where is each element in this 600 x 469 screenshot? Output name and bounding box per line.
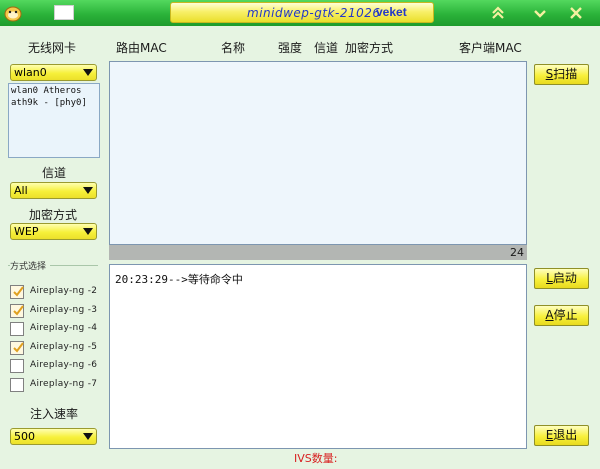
channel-label: 信道 — [42, 166, 67, 180]
encryption-select-value: WEP — [14, 225, 39, 238]
ivs-count-label: IVS数量: — [294, 452, 338, 465]
mode-group-title: 方式选择 — [10, 262, 47, 272]
chevron-down-icon — [83, 69, 93, 76]
interface-line: wlan0 Atheros — [11, 86, 82, 96]
exit-button-label: 退出 — [553, 428, 578, 442]
interface-line: ath9k - [phy0] — [11, 98, 87, 108]
chevron-down-icon — [83, 433, 93, 440]
column-client-mac[interactable]: 客户端MAC — [459, 39, 522, 56]
mode-checkbox[interactable] — [10, 285, 24, 299]
mode-label: Aireplay-ng -4 — [30, 323, 98, 333]
stop-button-key: A — [545, 308, 554, 322]
ap-count: 24 — [510, 246, 524, 259]
close-icon[interactable] — [566, 3, 586, 23]
scan-button-label: 扫描 — [553, 67, 578, 81]
mode-checkbox[interactable] — [10, 377, 24, 392]
exit-button[interactable]: E退出 — [534, 425, 589, 446]
ap-status-bar: 24 — [109, 245, 527, 260]
column-channel[interactable]: 信道 — [314, 39, 338, 56]
mode-checkbox[interactable] — [10, 303, 24, 318]
nic-select[interactable]: wlan0 — [10, 64, 97, 81]
log-output[interactable]: 20:23:29-->等待命令中 — [109, 264, 527, 449]
title-pill: minidwep-gtk-21026 veket — [170, 2, 434, 23]
title-bar: minidwep-gtk-21026 veket — [0, 0, 600, 26]
interface-list[interactable]: wlan0 Atheros ath9k - [phy0] — [8, 83, 100, 158]
column-encryption[interactable]: 加密方式 — [345, 39, 393, 56]
mode-label: Aireplay-ng -2 — [30, 286, 98, 296]
mode-checkbox[interactable] — [10, 359, 24, 373]
column-signal[interactable]: 强度 — [278, 39, 302, 56]
checkmark-icon — [13, 304, 24, 316]
mode-checkbox[interactable] — [10, 322, 24, 336]
mode-label: Aireplay-ng -5 — [30, 341, 98, 352]
mode-label: Aireplay-ng -3 — [30, 304, 98, 315]
start-button[interactable]: L启动 — [534, 268, 589, 289]
mode-checkbox[interactable] — [10, 340, 24, 355]
window-thumbnail-icon[interactable] — [54, 5, 74, 20]
ap-list[interactable] — [109, 61, 527, 245]
log-line: 20:23:29-->等待命令中 — [115, 273, 243, 286]
window-brand: veket — [376, 5, 407, 19]
stop-button-label: 停止 — [553, 308, 578, 322]
chevron-down-icon — [83, 228, 93, 235]
chevron-down-icon — [83, 187, 93, 194]
column-name[interactable]: 名称 — [221, 39, 245, 56]
checkmark-icon — [13, 286, 24, 297]
rate-select-value: 500 — [14, 430, 35, 443]
column-router-mac[interactable]: 路由MAC — [116, 39, 167, 56]
mode-label: Aireplay-ng -7 — [30, 378, 98, 389]
channel-select-value: All — [14, 184, 28, 197]
stop-button[interactable]: A停止 — [534, 305, 589, 326]
channel-select[interactable]: All — [10, 182, 97, 199]
group-divider — [50, 265, 98, 266]
checkmark-icon — [13, 341, 24, 353]
start-button-key: L — [546, 271, 553, 285]
encryption-label: 加密方式 — [29, 208, 78, 222]
roll-up-icon[interactable] — [488, 3, 508, 23]
scan-button[interactable]: S扫描 — [534, 64, 589, 85]
nic-label: 无线网卡 — [28, 41, 77, 55]
rate-label: 注入速率 — [30, 407, 79, 421]
rate-select[interactable]: 500 — [10, 428, 97, 445]
minimize-icon[interactable] — [530, 3, 550, 23]
app-icon[interactable] — [3, 4, 23, 22]
mode-label: Aireplay-ng -6 — [30, 360, 98, 370]
encryption-select[interactable]: WEP — [10, 223, 97, 240]
nic-select-value: wlan0 — [14, 66, 47, 79]
window-title: minidwep-gtk-21026 — [247, 6, 381, 20]
start-button-label: 启动 — [552, 271, 577, 285]
